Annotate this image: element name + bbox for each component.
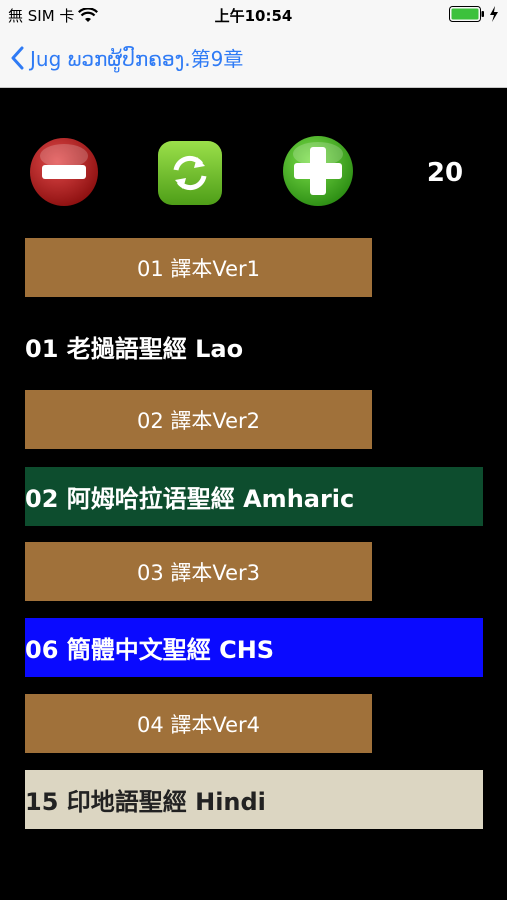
version-button-4[interactable]: 04 譯本Ver4: [25, 694, 372, 753]
refresh-button[interactable]: [157, 140, 223, 206]
version-button-3[interactable]: 03 譯本Ver3: [25, 542, 372, 601]
charging-icon: [490, 6, 498, 22]
battery-icon: [449, 6, 484, 22]
status-bar: 無 SIM 卡 上午10:54: [0, 0, 507, 28]
minus-button[interactable]: [28, 136, 100, 208]
count-value: 20: [426, 158, 464, 188]
back-button-label: Jug ພວກຜູ້ປົກຄອງ.第9章: [30, 47, 244, 71]
bible-item-hindi[interactable]: 15 印地語聖經 Hindi: [25, 770, 483, 829]
bible-item-lao[interactable]: 01 老撾語聖經 Lao: [25, 317, 483, 376]
battery-info: [449, 6, 499, 22]
bible-item-amharic[interactable]: 02 阿姆哈拉语聖經 Amharic: [25, 467, 483, 526]
bible-item-chs[interactable]: 06 簡體中文聖經 CHS: [25, 618, 483, 677]
chevron-left-icon: [11, 46, 24, 69]
plus-button[interactable]: [281, 134, 355, 208]
version-button-2[interactable]: 02 譯本Ver2: [25, 390, 372, 449]
status-time: 上午10:54: [214, 7, 293, 25]
version-button-1[interactable]: 01 譯本Ver1: [25, 238, 372, 297]
navigation-bar: Jug ພວກຜູ້ປົກຄອງ.第9章: [0, 28, 507, 88]
back-button[interactable]: Jug ພວກຜູ້ປົກຄອງ.第9章: [10, 43, 243, 72]
